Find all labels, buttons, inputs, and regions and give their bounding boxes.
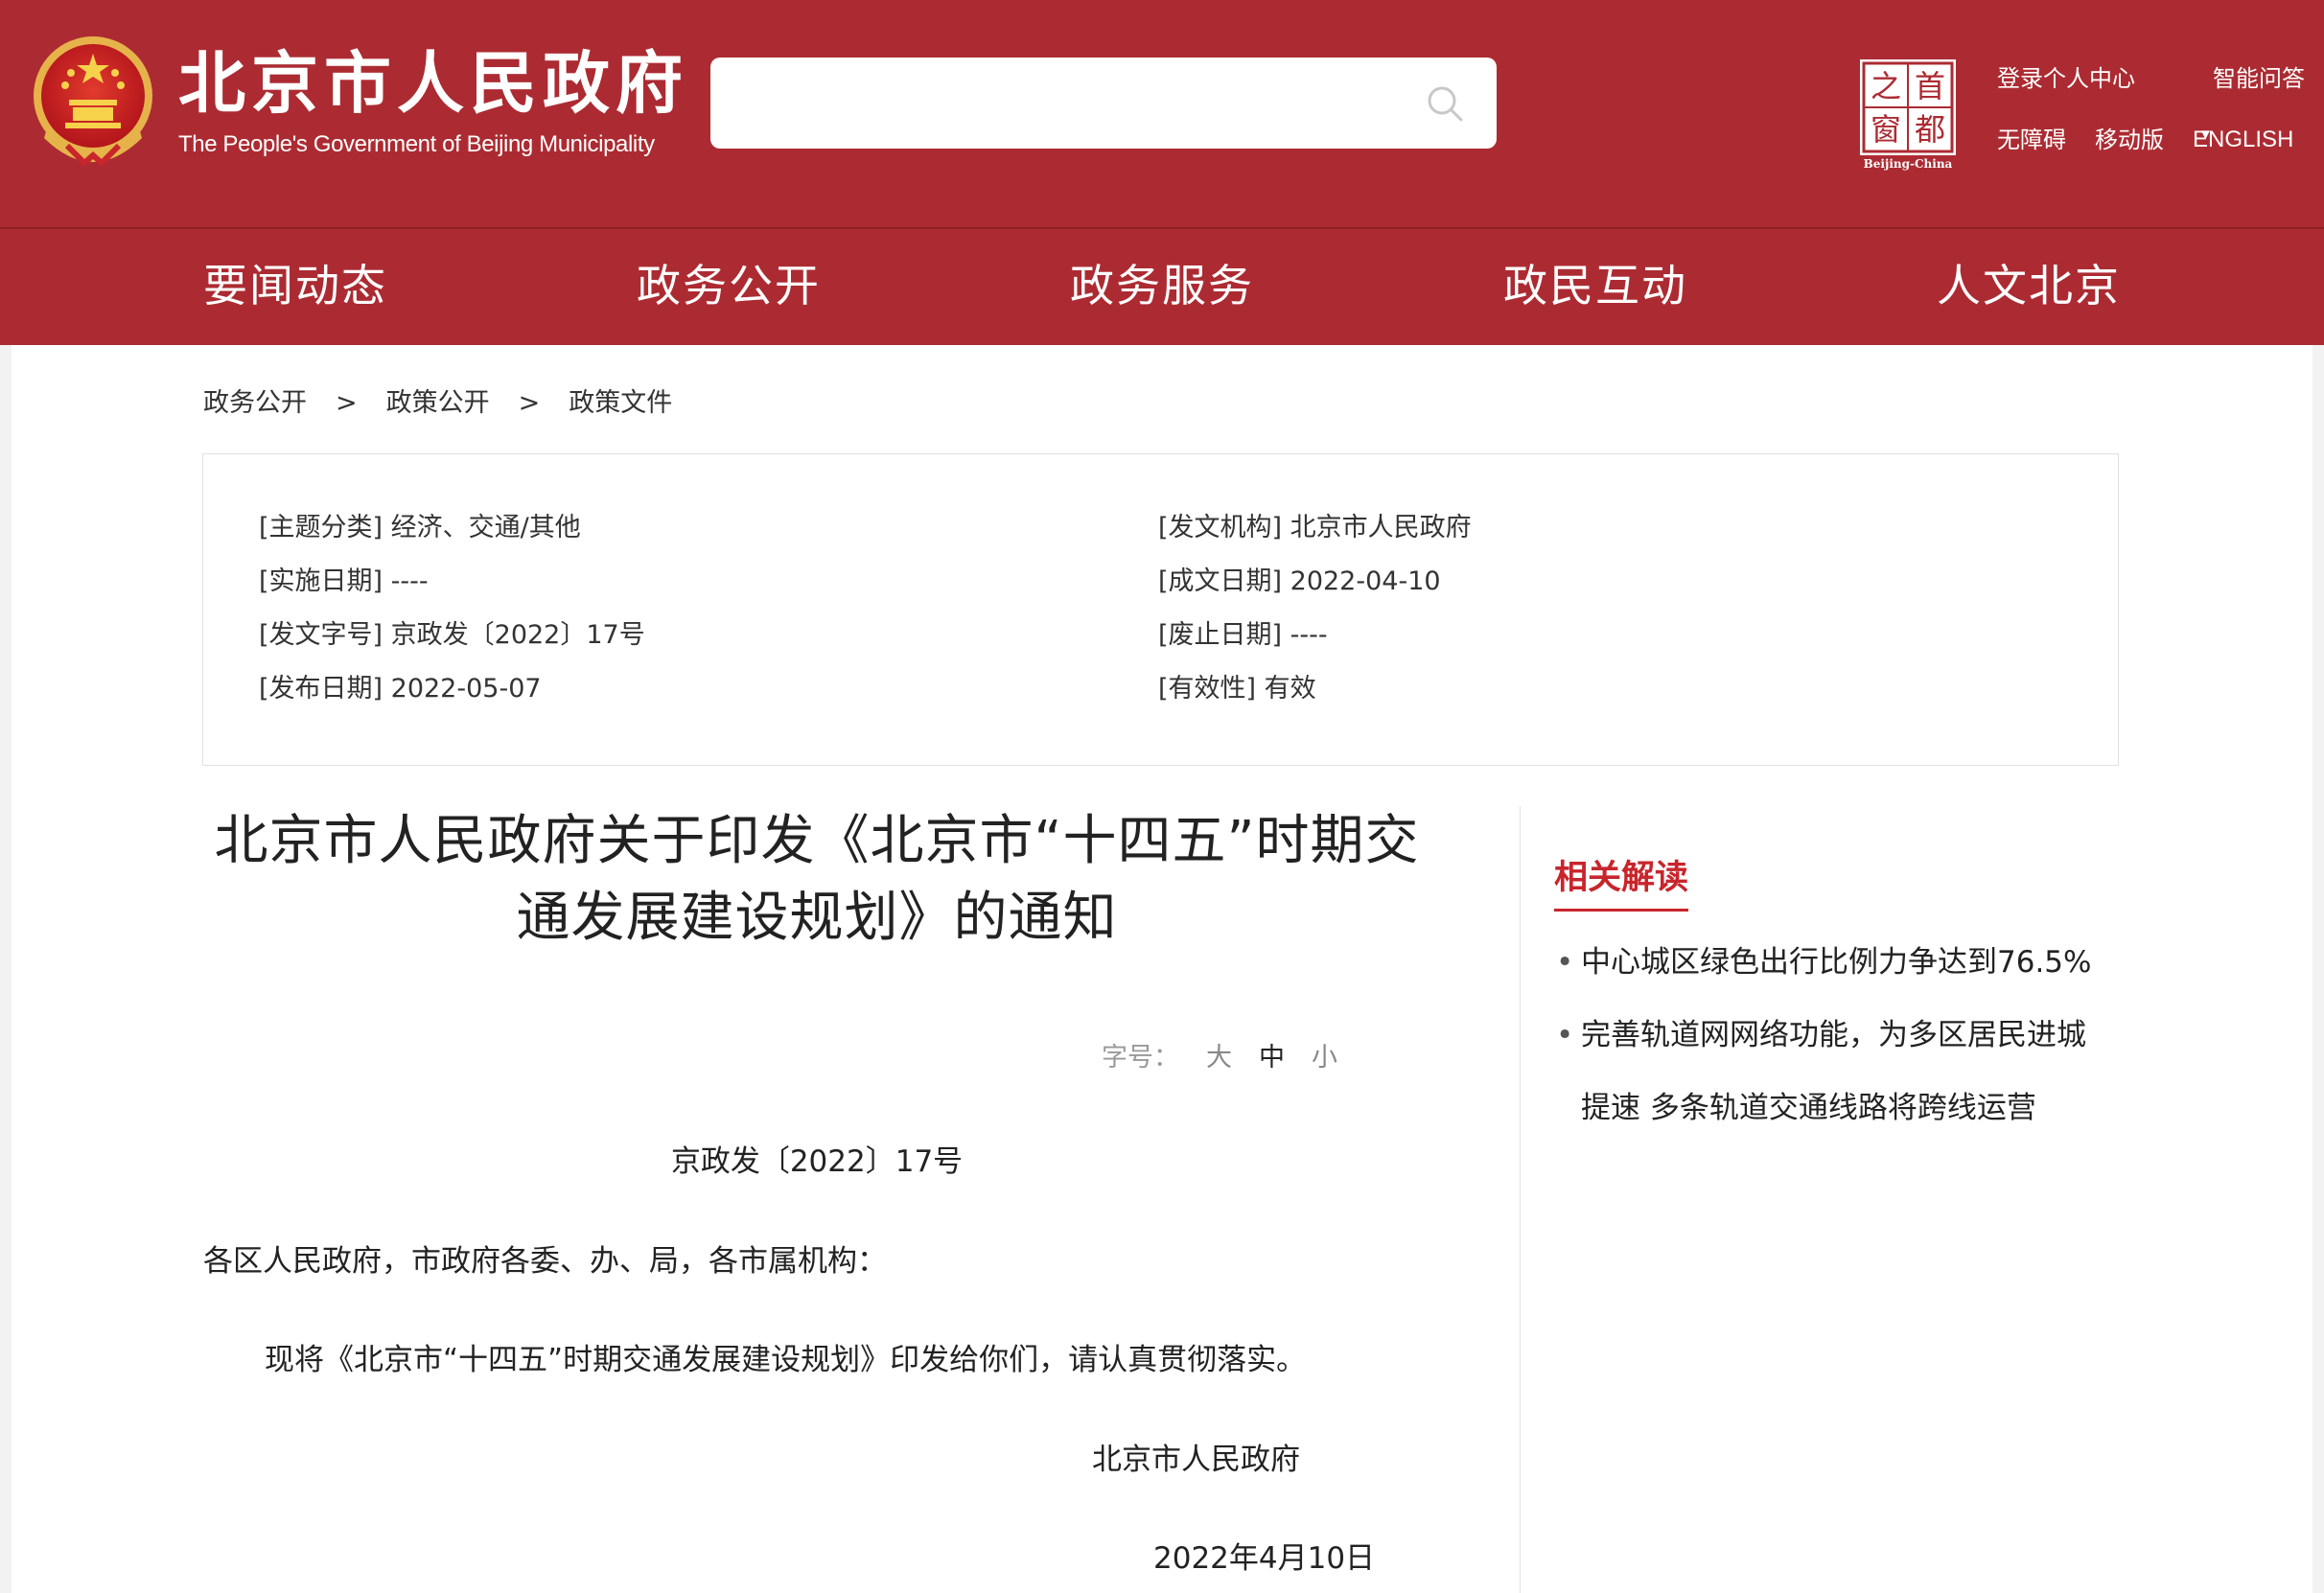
article-body: 现将《北京市“十四五”时期交通发展建设规划》印发给你们，请认真贯彻落实。: [265, 1343, 1307, 1377]
meta-column-left: [主题分类] 经济、交通/其他 [实施日期] ---- [发文字号] 京政发〔2…: [259, 510, 645, 725]
page-gutter-left: [0, 345, 12, 1593]
article-title-line: 通发展建设规划》的通知: [516, 887, 1118, 949]
mobile-version-link[interactable]: 移动版: [2095, 121, 2164, 154]
meta-publish-date: [发布日期] 2022-05-07: [259, 674, 542, 704]
meta-topic: [主题分类] 经济、交通/其他: [259, 513, 581, 543]
logo-char: 首: [1915, 68, 1945, 104]
login-link[interactable]: 登录个人中心: [1997, 59, 2135, 93]
caret-down-icon: ▼: [2198, 127, 2213, 143]
nav-item-government-services[interactable]: 政务服务: [1070, 256, 1254, 315]
font-size-large-button[interactable]: 大: [1206, 1043, 1232, 1073]
search-icon[interactable]: [1424, 82, 1466, 125]
breadcrumb-item[interactable]: 政策文件: [569, 388, 672, 418]
meta-repeal-date: [废止日期] ----: [1158, 620, 1328, 650]
main-nav: 要闻动态 政务公开 政务服务 政民互动 人文北京: [0, 229, 2324, 345]
salutation: 各区人民政府，市政府各委、办、局，各市属机构：: [203, 1244, 887, 1279]
font-size-medium-button[interactable]: 中: [1259, 1043, 1285, 1073]
related-item[interactable]: • 中心城区绿色出行比例力争达到76.5%: [1554, 926, 2110, 999]
meta-issuer: [发文机构] 北京市人民政府: [1158, 513, 1472, 543]
related-item-text: 中心城区绿色出行比例力争达到76.5%: [1581, 945, 2092, 980]
related-item[interactable]: • 完善轨道网网络功能，为多区居民进城提速 多条轨道交通线路将跨线运营: [1554, 999, 2110, 1144]
font-size-control: 字号： 大中小: [1102, 1036, 1337, 1074]
signature-date: 2022年4月10日: [1153, 1541, 1376, 1576]
site-name-english: The People's Government of Beijing Munic…: [178, 131, 655, 157]
font-size-small-button[interactable]: 小: [1312, 1043, 1337, 1073]
breadcrumb: 政务公开 > 政策公开 > 政策文件: [203, 381, 672, 419]
site-header: 北京市人民政府 The People's Government of Beiji…: [0, 0, 2324, 229]
ai-qa-link[interactable]: 智能问答: [2213, 59, 2305, 93]
site-name[interactable]: 北京市人民政府: [178, 42, 688, 125]
search-box: [710, 58, 1497, 149]
nav-item-news[interactable]: 要闻动态: [203, 256, 387, 315]
bullet-icon: •: [1556, 1018, 1574, 1052]
meta-written-date: [成文日期] 2022-04-10: [1158, 566, 1441, 596]
related-interpretation-list: • 中心城区绿色出行比例力争达到76.5% • 完善轨道网网络功能，为多区居民进城提…: [1554, 926, 2110, 1144]
page-gutter-right: [2312, 345, 2324, 1593]
meta-column-right: [发文机构] 北京市人民政府 [成文日期] 2022-04-10 [废止日期] …: [1158, 510, 1472, 725]
logo-caption: Beijing-China: [1864, 157, 1953, 171]
article-title: 北京市人民政府关于印发《北京市“十四五”时期交 通发展建设规划》的通知: [203, 803, 1430, 957]
search-input[interactable]: [730, 75, 1405, 134]
accessibility-link[interactable]: 无障碍: [1997, 121, 2066, 154]
document-number: 京政发〔2022〕17号: [670, 1144, 964, 1179]
meta-validity: [有效性] 有效: [1158, 674, 1316, 704]
breadcrumb-item[interactable]: 政务公开: [203, 388, 307, 418]
logo-char: 都: [1915, 111, 1945, 148]
capital-window-logo[interactable]: 之 首 窗 都 Beijing-China: [1856, 56, 1960, 171]
document-meta-box: [主题分类] 经济、交通/其他 [实施日期] ---- [发文字号] 京政发〔2…: [202, 453, 2119, 766]
nav-item-culture[interactable]: 人文北京: [1937, 256, 2121, 315]
logo-char: 窗: [1871, 111, 1901, 148]
meta-doc-number: [发文字号] 京政发〔2022〕17号: [259, 620, 645, 650]
breadcrumb-separator: >: [336, 388, 358, 418]
bullet-icon: •: [1556, 945, 1574, 980]
article-title-line: 北京市人民政府关于印发《北京市“十四五”时期交: [214, 810, 1420, 872]
meta-effective-date: [实施日期] ----: [259, 566, 429, 596]
related-interpretation-title: 相关解读: [1554, 850, 1689, 912]
related-item-text: 完善轨道网网络功能，为多区居民进城提速 多条轨道交通线路将跨线运营: [1581, 1018, 2086, 1125]
nav-item-open-government[interactable]: 政务公开: [637, 256, 821, 315]
breadcrumb-item[interactable]: 政策公开: [386, 388, 490, 418]
breadcrumb-separator: >: [518, 388, 541, 418]
national-emblem-icon[interactable]: [29, 33, 157, 169]
font-size-label: 字号：: [1102, 1043, 1179, 1073]
nav-item-interaction[interactable]: 政民互动: [1503, 256, 1687, 315]
logo-char: 之: [1871, 68, 1901, 104]
column-divider: [1520, 806, 1521, 1593]
signature: 北京市人民政府: [1092, 1443, 1300, 1477]
